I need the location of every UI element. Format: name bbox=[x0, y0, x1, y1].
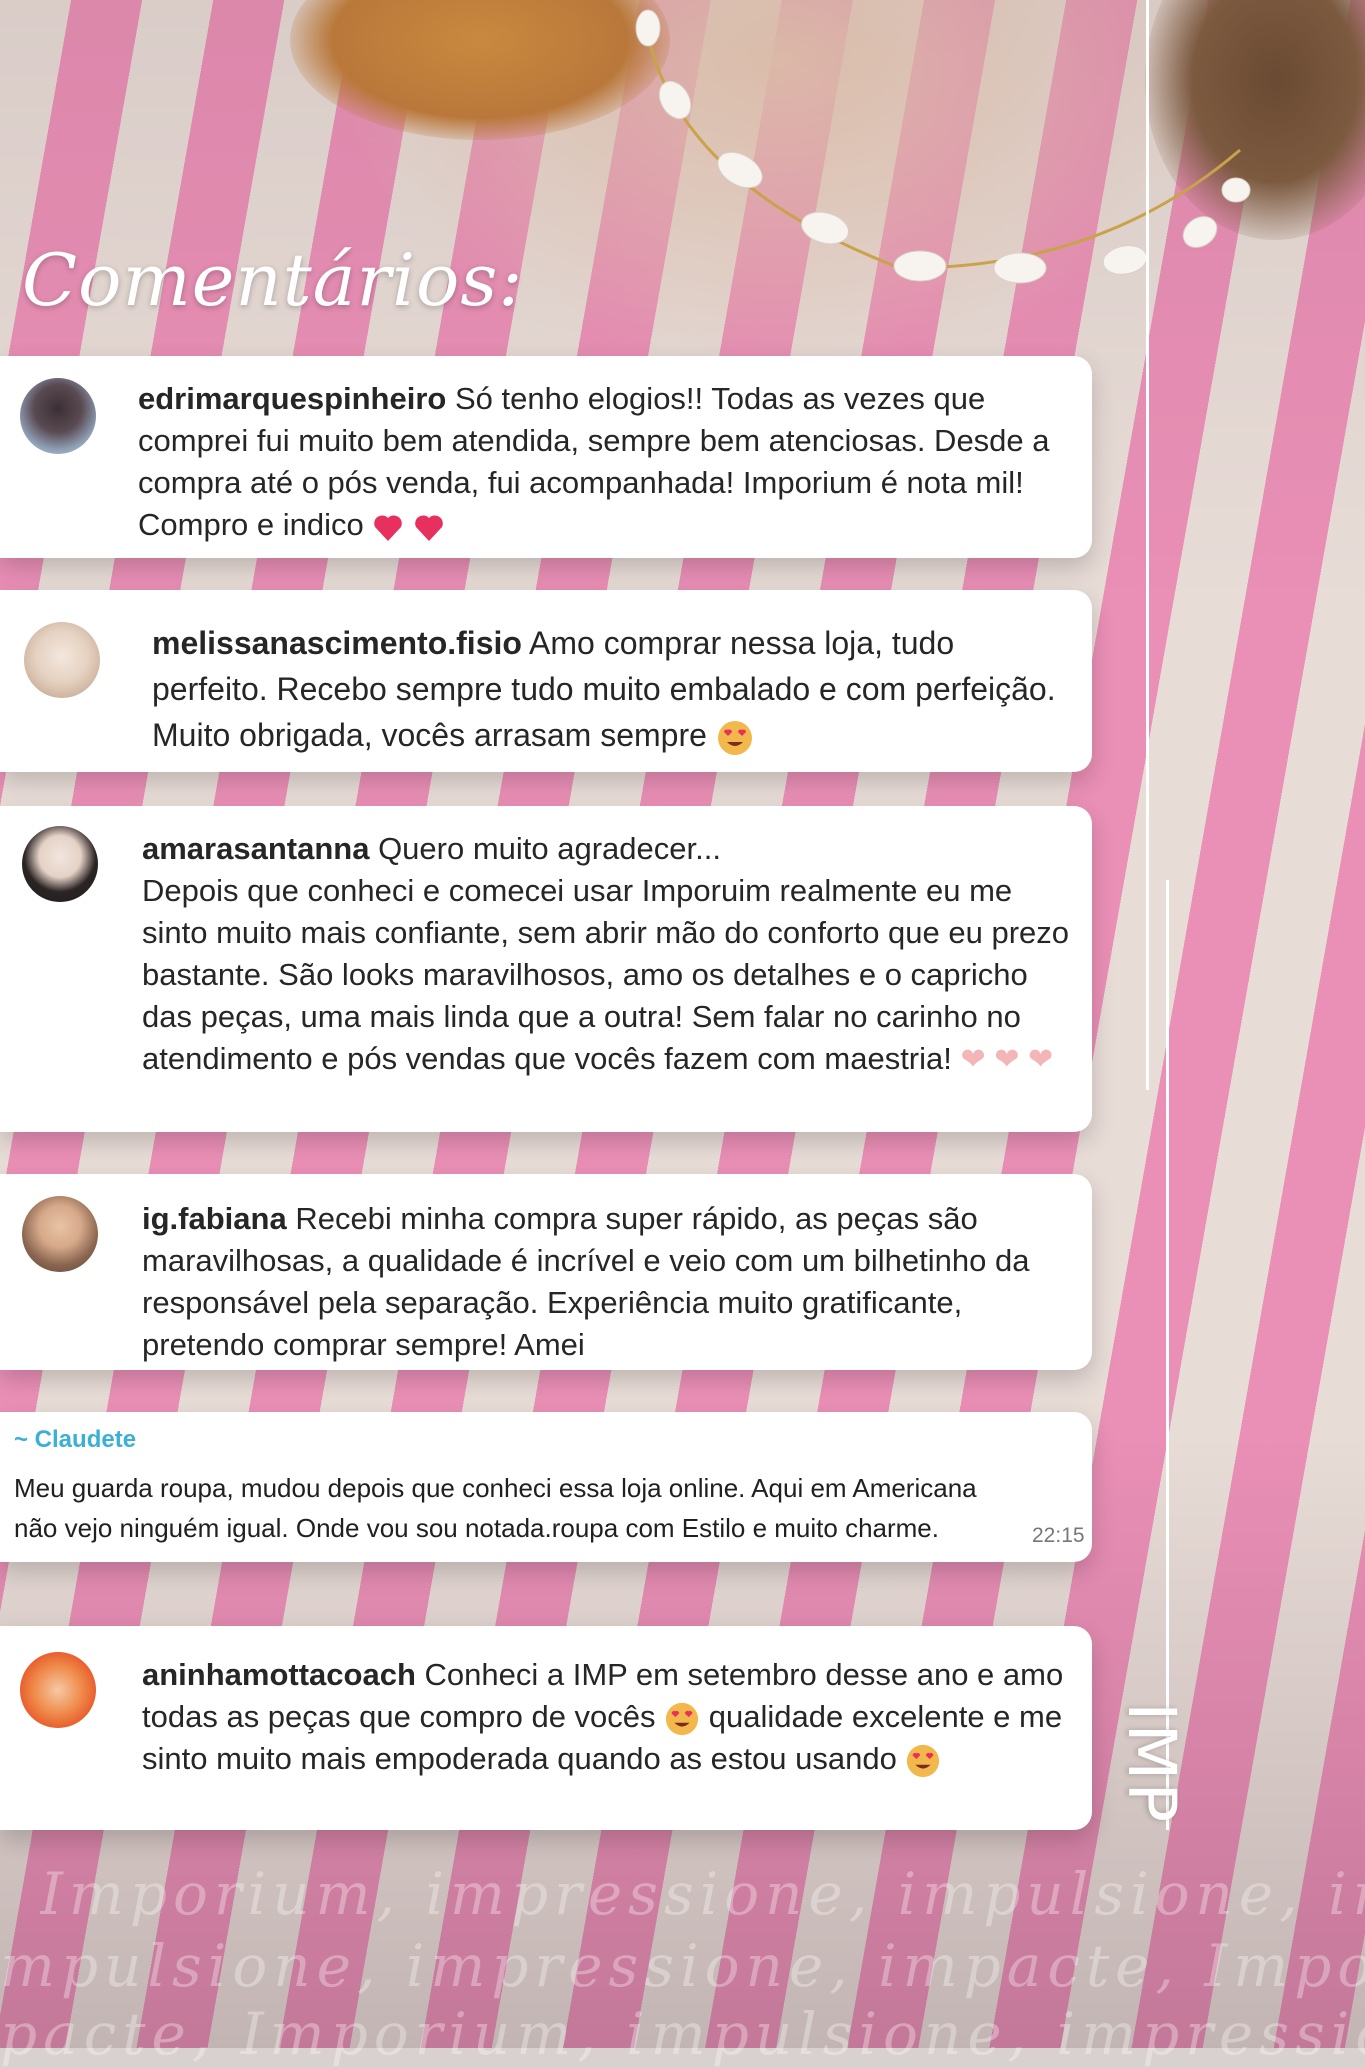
pearl-necklace bbox=[635, 9, 1251, 284]
avatar bbox=[20, 1652, 96, 1728]
heart-hands-icon: ❤ bbox=[1028, 1043, 1054, 1076]
comment-username[interactable]: amarasantanna bbox=[142, 831, 369, 866]
avatar bbox=[20, 378, 96, 454]
divider-line-upper bbox=[1146, 0, 1149, 1090]
message-sender: ~ Claudete bbox=[14, 1426, 137, 1453]
comment-text: amarasantanna Quero muito agradecer... D… bbox=[142, 828, 1072, 1081]
message-text: Meu guarda roupa, mudou depois que conhe… bbox=[14, 1473, 977, 1543]
red-heart-icon bbox=[415, 515, 443, 541]
watermark-line-1: Imporium, impressione, impulsione, impac… bbox=[40, 1860, 1365, 1928]
comment-text: aninhamottacoach Conheci a IMP em setemb… bbox=[142, 1654, 1082, 1780]
heart-eyes-face-icon bbox=[907, 1744, 940, 1777]
page-title: Comentários: bbox=[22, 238, 524, 322]
avatar bbox=[24, 622, 100, 698]
comment-text: melissanascimento.fisio Amo comprar ness… bbox=[152, 620, 1062, 758]
red-heart-icon bbox=[374, 515, 403, 541]
avatar bbox=[22, 1196, 98, 1272]
watermark-line-3: pacte, Imporium, impulsione, impressione… bbox=[0, 2000, 1365, 2068]
comment-text: edrimarquespinheiro Só tenho elogios!! T… bbox=[138, 378, 1066, 546]
comment-body: Quero muito agradecer... bbox=[369, 831, 721, 866]
comment-text: ig.fabiana Recebi minha compra super ráp… bbox=[142, 1198, 1072, 1366]
heart-eyes-face-icon bbox=[717, 720, 752, 755]
heart-hands-icon: ❤ bbox=[960, 1043, 986, 1076]
comment-username[interactable]: aninhamottacoach bbox=[142, 1657, 416, 1692]
heart-eyes-face-icon bbox=[666, 1702, 699, 1735]
avatar bbox=[22, 826, 98, 902]
comment-username[interactable]: ig.fabiana bbox=[142, 1201, 287, 1236]
brand-logo-text: IMP bbox=[1113, 1702, 1190, 1825]
comment-username[interactable]: melissanascimento.fisio bbox=[152, 625, 522, 661]
watermark-line-2: mpulsione, impressione, impacte, Imporiu… bbox=[0, 1932, 1365, 2000]
message-time: 22:15 bbox=[1032, 1524, 1085, 1547]
divider-line-lower bbox=[1166, 880, 1169, 1830]
comment-username[interactable]: edrimarquespinheiro bbox=[138, 381, 446, 416]
heart-hands-icon: ❤ bbox=[994, 1043, 1020, 1076]
comment-body-continued: Depois que conheci e comecei usar Imporu… bbox=[142, 873, 1070, 1076]
